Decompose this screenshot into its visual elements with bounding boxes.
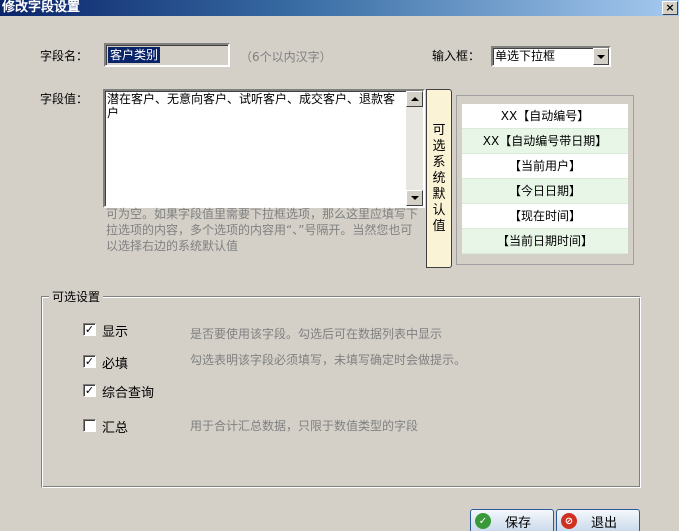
scroll-track[interactable] (406, 107, 423, 190)
field-name-label: 字段名： (40, 49, 89, 63)
summary-desc: 用于合计汇总数据，只限于数值类型的字段 (190, 419, 419, 433)
save-button[interactable]: ✓ 保存 (470, 509, 554, 531)
defaults-tab-char: 默 (432, 186, 446, 202)
close-button[interactable]: × (662, 1, 678, 15)
input-type-select[interactable]: 单选下拉框 (491, 46, 611, 67)
defaults-tab-char: 系 (432, 154, 446, 170)
chevron-down-icon (597, 54, 605, 59)
default-value-item[interactable]: 【当前用户】 (462, 154, 628, 179)
show-desc: 是否要使用该字段。勾选后可在数据列表中显示 (190, 327, 443, 341)
window-title: 修改字段设置 (2, 0, 81, 15)
summary-label: 汇总 (102, 421, 129, 436)
input-type-value: 单选下拉框 (495, 49, 556, 63)
show-label: 显示 (102, 325, 129, 340)
required-checkbox[interactable]: ✓ (83, 355, 96, 368)
exit-button[interactable]: ⊘ 退出 (556, 509, 640, 531)
default-value-item[interactable]: XX【自动编号】 (462, 104, 628, 129)
dropdown-button[interactable] (593, 48, 609, 65)
combined-query-label: 综合查询 (102, 386, 155, 401)
required-desc: 勾选表明该字段必须填写，未填写确定时会做提示。 (190, 353, 467, 367)
title-bar (0, 0, 679, 16)
field-name-hint: （6个以内汉字） (240, 50, 332, 64)
input-type-label: 输入框： (432, 49, 481, 63)
field-value-label: 字段值： (40, 92, 89, 106)
field-name-input[interactable]: 客户类别 (104, 43, 230, 67)
required-label: 必填 (102, 357, 129, 372)
check-icon: ✓ (475, 513, 491, 529)
defaults-tab-char: 值 (432, 218, 446, 234)
defaults-tab-char: 统 (432, 170, 446, 186)
summary-checkbox[interactable] (83, 419, 96, 432)
default-value-item[interactable]: 【现在时间】 (462, 204, 628, 229)
optional-settings-title: 可选设置 (49, 288, 104, 305)
defaults-tab-char: 可 (432, 122, 446, 138)
arrow-up-icon (410, 97, 419, 101)
no-entry-icon: ⊘ (561, 513, 577, 529)
save-button-label: 保存 (505, 515, 532, 531)
checkmark-icon: ✓ (84, 384, 95, 397)
defaults-tab-char: 选 (432, 138, 446, 154)
checkmark-icon: ✓ (84, 355, 95, 368)
field-value-help: 可为空。如果字段值里需要下拉框选项，那么这里应填写下拉选项的内容，多个选项的内容… (106, 207, 419, 253)
exit-button-label: 退出 (591, 515, 618, 531)
field-value-textarea[interactable]: 潜在客户、无意向客户、试听客户、成交客户、退款客户 (103, 89, 425, 208)
default-value-item[interactable]: 【当前日期时间】 (462, 229, 628, 254)
default-value-item[interactable]: XX【自动编号带日期】 (462, 129, 628, 154)
scroll-down-button[interactable] (406, 190, 423, 206)
scroll-up-button[interactable] (406, 91, 423, 107)
combined-query-checkbox[interactable]: ✓ (83, 384, 96, 397)
arrow-down-icon (410, 196, 419, 200)
checkmark-icon: ✓ (84, 323, 95, 336)
field-name-value: 客户类别 (108, 47, 161, 63)
show-checkbox[interactable]: ✓ (83, 323, 96, 336)
field-value-text: 潜在客户、无意向客户、试听客户、成交客户、退款客户 (107, 92, 396, 120)
vertical-scrollbar[interactable] (406, 91, 423, 206)
close-icon: × (665, 1, 675, 14)
defaults-tab-char: 认 (432, 202, 446, 218)
default-value-item[interactable]: 【今日日期】 (462, 179, 628, 204)
system-defaults-panel: XX【自动编号】 XX【自动编号带日期】 【当前用户】 【今日日期】 【现在时间】 【当前… (456, 95, 634, 265)
system-defaults-tab[interactable]: 可选系统默认值 (426, 89, 452, 268)
